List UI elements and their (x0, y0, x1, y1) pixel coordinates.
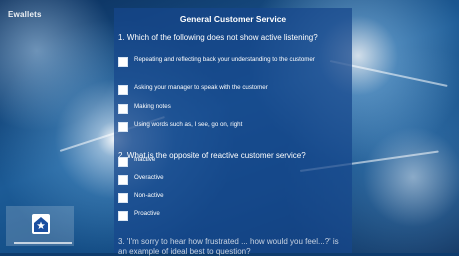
app-logo: Ewallets (8, 10, 42, 19)
question-2-option-2[interactable]: Overactive (118, 174, 348, 185)
option-label: Overactive (134, 174, 164, 181)
page-title: General Customer Service (179, 14, 287, 24)
checkbox[interactable] (118, 104, 128, 114)
option-label: Proactive (134, 210, 160, 217)
checkbox[interactable] (118, 193, 128, 203)
home-star-icon (34, 217, 48, 232)
option-label: Asking your manager to speak with the cu… (134, 84, 268, 91)
option-label: Repeating and reflecting back your under… (134, 56, 315, 63)
option-label: Inactive (134, 156, 156, 163)
question-1-option-4[interactable]: Using words such as, I see, go on, right (118, 121, 348, 132)
question-2-option-3[interactable]: Non-active (118, 192, 348, 203)
checkbox[interactable] (118, 175, 128, 185)
question-1: 1. Which of the following does not show … (118, 33, 318, 42)
question-3: 3. 'I'm sorry to hear how frustrated ...… (118, 237, 339, 256)
home-button[interactable] (32, 214, 50, 234)
checkbox[interactable] (118, 122, 128, 132)
divider (14, 242, 72, 244)
question-1-option-3[interactable]: Making notes (118, 103, 348, 114)
checkbox[interactable] (118, 85, 128, 95)
checkbox[interactable] (118, 211, 128, 221)
option-label: Making notes (134, 103, 171, 110)
option-label: Non-active (134, 192, 164, 199)
question-2-option-4[interactable]: Proactive (118, 210, 348, 221)
checkbox[interactable] (118, 157, 128, 167)
quiz-panel: General Customer Service 1. Which of the… (114, 8, 352, 256)
question-1-option-2[interactable]: Asking your manager to speak with the cu… (118, 84, 348, 95)
question-1-option-1[interactable]: Repeating and reflecting back your under… (118, 56, 348, 67)
checkbox[interactable] (118, 57, 128, 67)
option-label: Using words such as, I see, go on, right (134, 121, 243, 128)
question-2-option-1[interactable]: Inactive (118, 156, 348, 167)
